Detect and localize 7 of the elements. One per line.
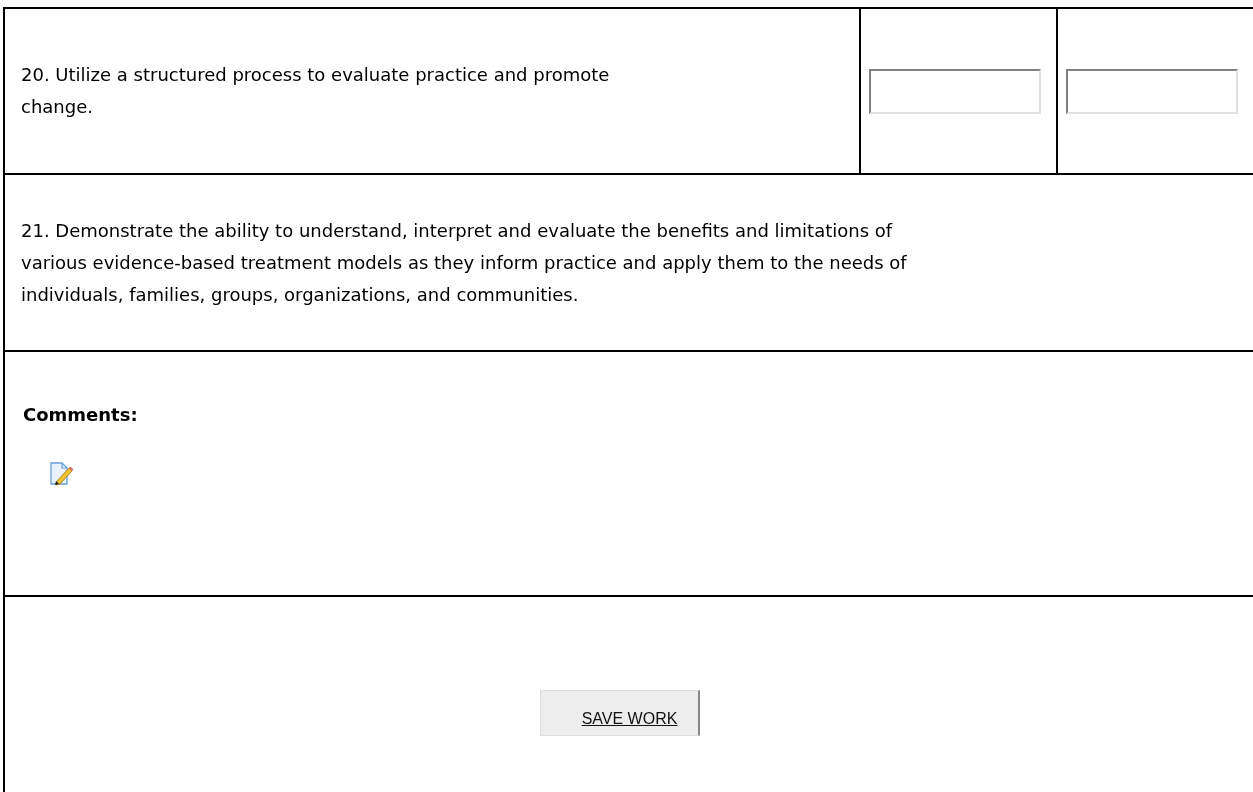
edit-note-icon[interactable] <box>50 462 74 487</box>
rating-field[interactable] <box>1065 68 1238 114</box>
criterion-text: 21. Demonstrate the ability to understand, interpret and evaluate the benefits and limitations of various evidence-based treatment models as they inform practice and apply them to the needs of individuals, families, groups, organizations, and communities. <box>21 218 908 307</box>
criterion-text: 20. Utilize a structured process to evaluate practice and promote change. <box>21 63 611 119</box>
comments-label: Comments: <box>23 404 138 425</box>
save-work-button[interactable]: SAVE WORK <box>540 690 700 736</box>
rating-field[interactable] <box>868 68 1041 114</box>
